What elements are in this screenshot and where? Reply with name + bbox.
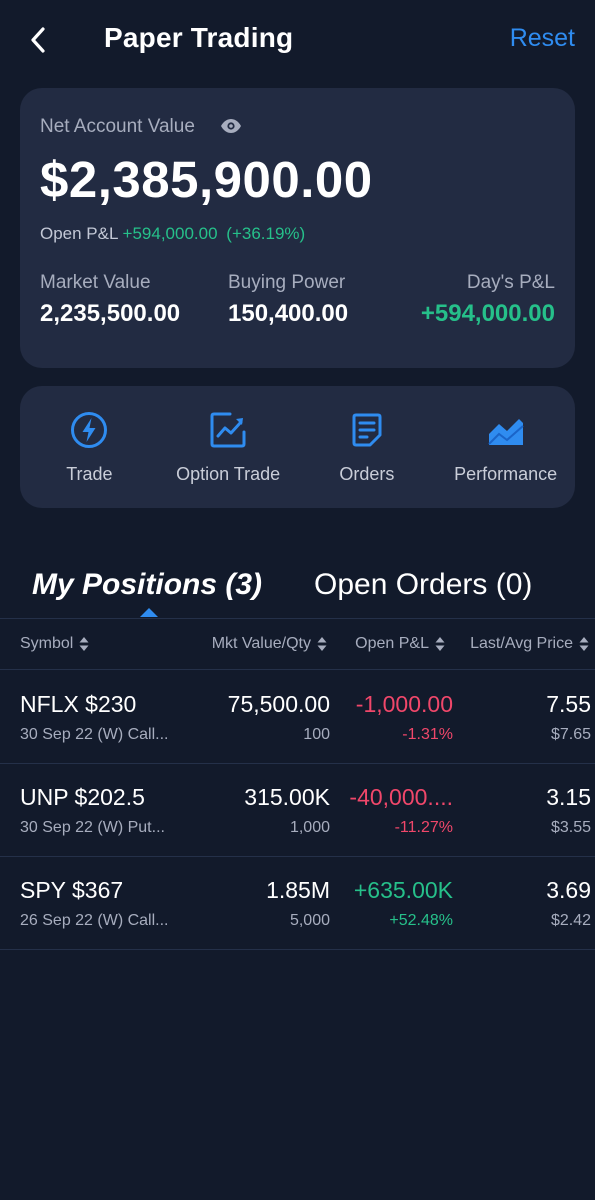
area-chart-icon: [487, 419, 524, 445]
positions-table-header: Symbol Mkt Value/Qty Open P&L Last/Avg P…: [0, 618, 595, 670]
market-value-stat: Market Value 2,235,500.00: [40, 272, 180, 328]
position-pl-cell: +635.00K +52.48%: [354, 877, 453, 930]
tab-open-orders[interactable]: Open Orders (0): [314, 568, 532, 602]
orders-button[interactable]: Orders: [298, 386, 437, 508]
page-title: Paper Trading: [104, 22, 294, 53]
position-pl-cell: -40,000.... -11.27%: [349, 784, 453, 837]
position-symbol-cell: NFLX $230 30 Sep 22 (W) Call...: [20, 691, 169, 744]
position-pl: -1,000.00: [355, 691, 453, 717]
days-pl-value: +594,000.00: [420, 300, 555, 327]
positions-tabs: My Positions (3) Open Orders (0): [0, 560, 595, 617]
quick-actions-card: Trade Option Trade Orders Performance: [20, 386, 575, 508]
header: Paper Trading Reset: [0, 0, 595, 82]
position-symbol-cell: SPY $367 26 Sep 22 (W) Call...: [20, 877, 169, 930]
position-qty: 1,000: [289, 819, 330, 836]
back-button[interactable]: [24, 24, 52, 56]
buying-power-stat: Buying Power 150,400.00: [228, 272, 348, 328]
orders-label: Orders: [339, 464, 395, 484]
market-value-label: Market Value: [40, 272, 151, 293]
column-last-avg-price[interactable]: Last/Avg Price: [470, 635, 589, 653]
account-summary-card: Net Account Value $2,385,900.00 Open P&L…: [20, 88, 575, 368]
net-account-value-label: Net Account Value: [40, 116, 195, 137]
position-avg-price: $2.42: [550, 912, 591, 929]
position-price-cell: 3.69 $2.42: [546, 877, 591, 930]
position-price-cell: 3.15 $3.55: [546, 784, 591, 837]
performance-label: Performance: [454, 464, 558, 484]
eye-icon[interactable]: [220, 118, 242, 134]
table-row[interactable]: SPY $367 26 Sep 22 (W) Call... 1.85M 5,0…: [0, 857, 595, 950]
trade-button[interactable]: Trade: [20, 386, 159, 508]
position-mkt-value-cell: 75,500.00 100: [228, 691, 330, 744]
position-avg-price: $7.65: [550, 726, 591, 743]
column-symbol[interactable]: Symbol: [20, 635, 89, 653]
buying-power-value: 150,400.00: [228, 300, 349, 327]
column-mkt-value[interactable]: Mkt Value/Qty: [212, 635, 327, 653]
position-pl-percent: -11.27%: [394, 819, 453, 836]
option-trade-label: Option Trade: [176, 464, 281, 484]
position-last-price: 3.69: [546, 877, 591, 903]
position-pl: -40,000....: [349, 784, 453, 810]
position-description: 30 Sep 22 (W) Call...: [20, 726, 169, 743]
buying-power-label: Buying Power: [228, 272, 346, 293]
position-pl-percent: -1.31%: [402, 726, 453, 743]
option-trade-button[interactable]: Option Trade: [159, 386, 298, 508]
active-tab-indicator: [140, 608, 158, 617]
position-mkt-value-cell: 1.85M 5,000: [266, 877, 330, 930]
position-symbol-cell: UNP $202.5 30 Sep 22 (W) Put...: [20, 784, 165, 837]
position-symbol: UNP $202.5: [20, 784, 145, 810]
open-pl-percent: (+36.19%): [226, 224, 306, 243]
position-description: 26 Sep 22 (W) Call...: [20, 912, 169, 929]
market-value: 2,235,500.00: [40, 300, 181, 327]
chevron-left-icon: [31, 27, 45, 53]
position-mkt-value: 1.85M: [266, 877, 330, 903]
lightning-icon: [71, 412, 108, 448]
position-price-cell: 7.55 $7.65: [546, 691, 591, 744]
position-pl-percent: +52.48%: [389, 912, 453, 929]
position-last-price: 7.55: [546, 691, 591, 717]
open-pl-label: Open P&L: [40, 224, 118, 243]
column-mkt-value-label: Mkt Value/Qty: [211, 635, 311, 652]
sort-icon: [435, 637, 445, 651]
net-account-value: $2,385,900.00: [40, 151, 373, 208]
open-pl-row: Open P&L +594,000.00 (+36.19%): [40, 224, 305, 244]
position-symbol: SPY $367: [20, 877, 124, 903]
position-description: 30 Sep 22 (W) Put...: [20, 819, 165, 836]
paper-trading-screen: Paper Trading Reset Net Account Value $2…: [0, 0, 595, 1200]
sort-icon: [579, 637, 589, 651]
position-qty: 5,000: [289, 912, 330, 929]
open-pl-value: +594,000.00: [122, 224, 218, 243]
column-last-avg-label: Last/Avg Price: [470, 635, 573, 652]
reset-button[interactable]: Reset: [510, 24, 575, 53]
trade-label: Trade: [66, 464, 113, 484]
table-row[interactable]: NFLX $230 30 Sep 22 (W) Call... 75,500.0…: [0, 671, 595, 764]
position-mkt-value: 75,500.00: [227, 691, 330, 717]
position-mkt-value-cell: 315.00K 1,000: [244, 784, 330, 837]
position-pl: +635.00K: [353, 877, 453, 903]
position-avg-price: $3.55: [550, 819, 591, 836]
sort-icon: [79, 637, 89, 651]
sort-icon: [317, 637, 327, 651]
position-mkt-value: 315.00K: [244, 784, 330, 810]
position-pl-cell: -1,000.00 -1.31%: [356, 691, 453, 744]
tab-my-positions[interactable]: My Positions (3): [32, 568, 262, 602]
column-open-pl-label: Open P&L: [355, 635, 429, 652]
position-qty: 100: [303, 726, 330, 743]
document-icon: [352, 413, 382, 447]
position-last-price: 3.15: [546, 784, 591, 810]
chart-frame-icon: [210, 412, 246, 448]
position-symbol: NFLX $230: [20, 691, 137, 717]
days-pl-label: Day's P&L: [466, 272, 555, 293]
column-open-pl[interactable]: Open P&L: [355, 635, 445, 653]
performance-button[interactable]: Performance: [436, 386, 575, 508]
column-symbol-label: Symbol: [20, 635, 74, 652]
days-pl-stat: Day's P&L +594,000.00: [421, 272, 555, 328]
table-row[interactable]: UNP $202.5 30 Sep 22 (W) Put... 315.00K …: [0, 764, 595, 857]
